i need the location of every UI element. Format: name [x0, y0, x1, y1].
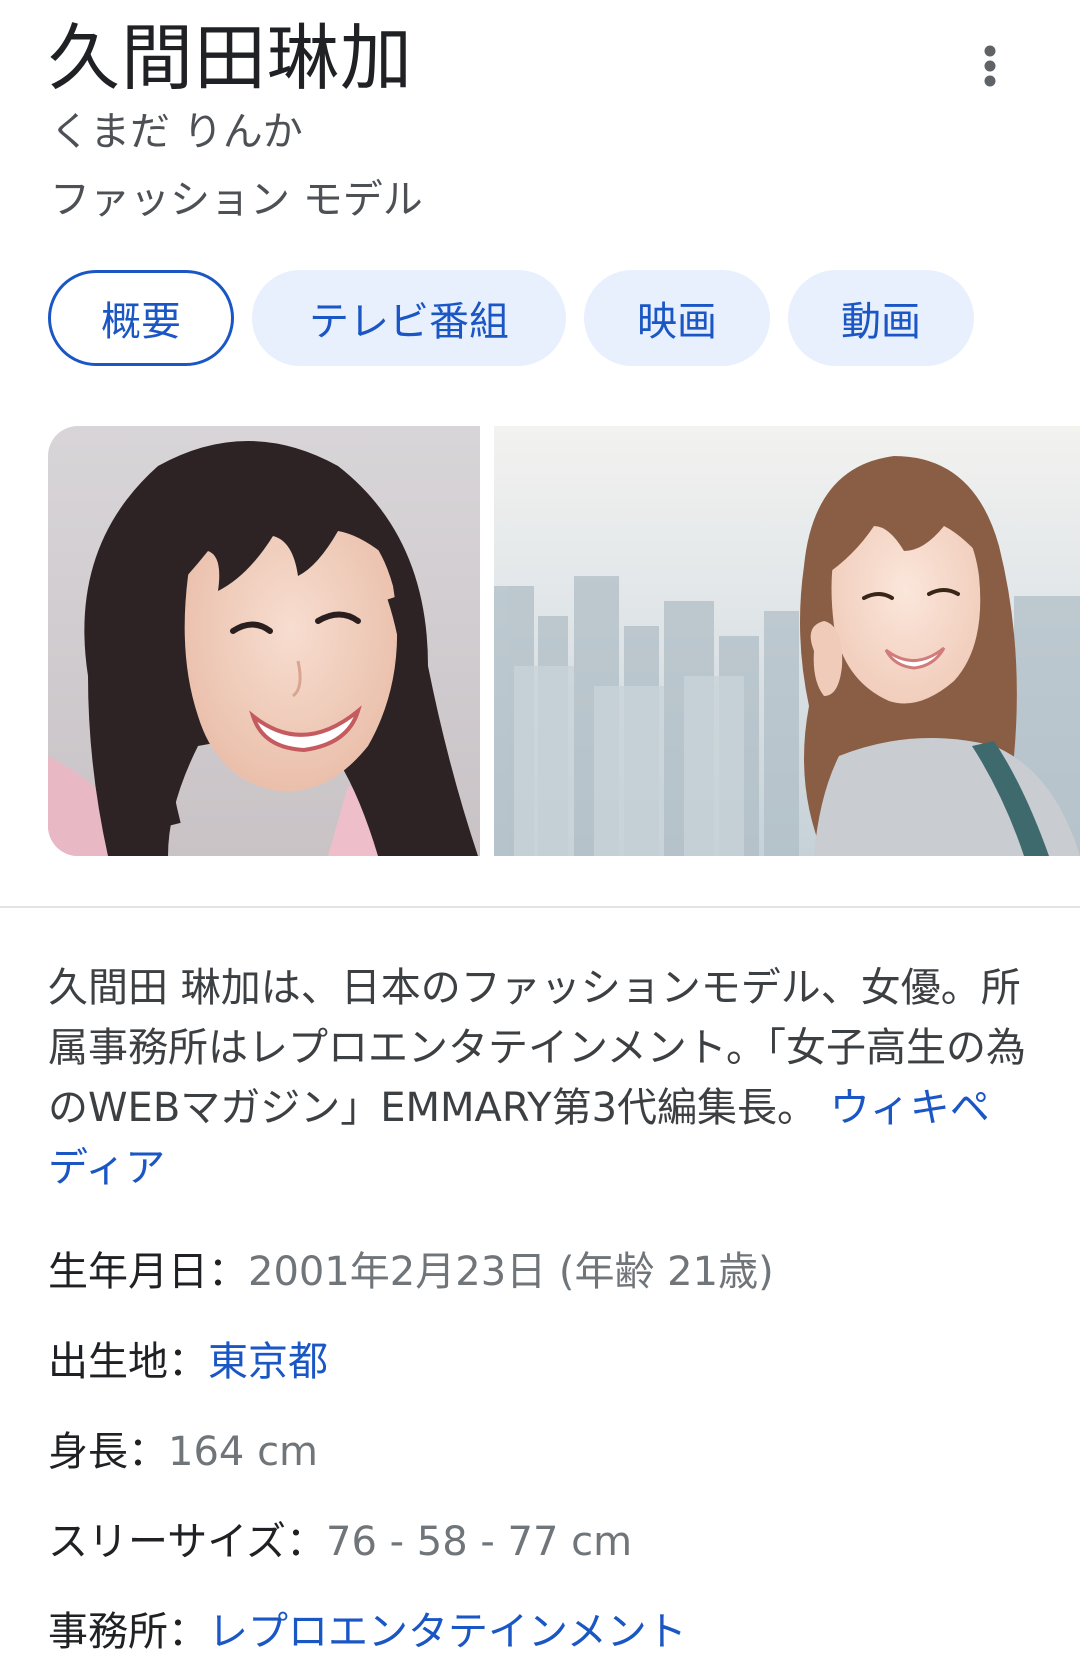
- fact-agency: 事務所：レプロエンタテインメント: [48, 1604, 687, 1660]
- fact-value: 76 - 58 - 77 cm: [326, 1519, 633, 1565]
- profile-photo-2[interactable]: [494, 426, 1080, 856]
- section-divider: [0, 906, 1080, 908]
- fact-birth-date: 生年月日：2001年2月23日 (年齢 21歳): [48, 1244, 774, 1300]
- birthplace-link[interactable]: 東京都: [208, 1339, 328, 1385]
- more-vert-icon: [984, 45, 996, 87]
- fact-value: 164 cm: [168, 1429, 319, 1475]
- fact-label: スリーサイズ：: [48, 1519, 326, 1565]
- fact-height: 身長：164 cm: [48, 1424, 318, 1480]
- fact-birthplace: 出生地：東京都: [48, 1334, 328, 1390]
- more-options-button[interactable]: [966, 34, 1014, 98]
- entity-title: 久間田琳加: [48, 16, 414, 100]
- tab-movies[interactable]: 映画: [584, 270, 770, 366]
- tab-overview[interactable]: 概要: [48, 270, 234, 366]
- fact-three-sizes: スリーサイズ：76 - 58 - 77 cm: [48, 1514, 632, 1570]
- tab-videos[interactable]: 動画: [788, 270, 974, 366]
- agency-link[interactable]: レプロエンタテインメント: [208, 1609, 687, 1655]
- entity-description: 久間田 琳加は、日本のファッションモデル、女優。所属事務所はレプロエンタテインメ…: [48, 958, 1028, 1198]
- fact-label: 出生地：: [48, 1339, 208, 1385]
- name-reading: くまだ りんか: [50, 109, 303, 155]
- tab-tv-programs[interactable]: テレビ番組: [252, 270, 566, 366]
- profile-photo-1[interactable]: [48, 426, 480, 856]
- fact-label: 事務所：: [48, 1609, 208, 1655]
- fact-label: 生年月日：: [48, 1249, 248, 1295]
- fact-label: 身長：: [48, 1429, 168, 1475]
- fact-value: 2001年2月23日 (年齢 21歳): [248, 1249, 774, 1295]
- occupation-subtitle: ファッション モデル: [50, 177, 423, 223]
